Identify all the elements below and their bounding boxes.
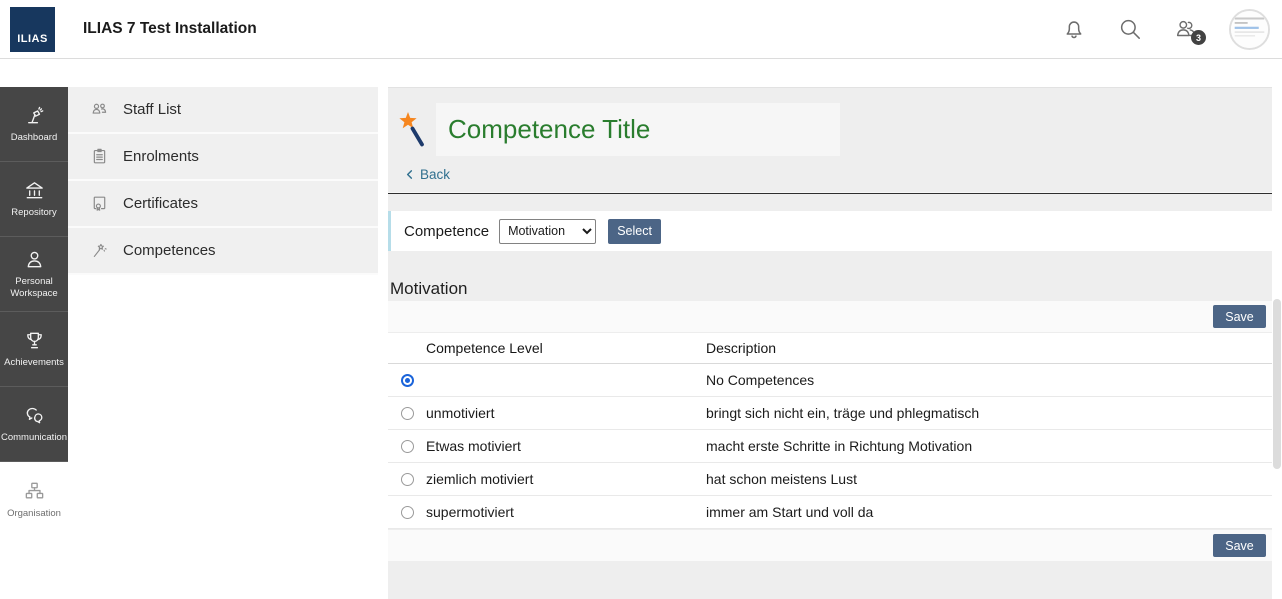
certificates-icon [90,194,109,213]
sidebar-item-label: Organisation [5,508,63,520]
table-row: No Competences [388,364,1272,397]
achievements-icon [23,329,46,352]
tool-sidebar: Staff List Enrolments Certificates [68,87,378,599]
sidebar-item-dashboard[interactable]: Dashboard [0,87,68,162]
competence-select-section: Competence Motivation Select [388,211,1272,251]
competence-select[interactable]: Motivation [499,219,596,244]
competence-label: Competence [404,223,489,240]
level-cell: unmotiviert [426,405,706,421]
dashboard-icon [23,104,46,127]
page-title: Competence Title [448,114,650,145]
top-bar: ILIAS ILIAS 7 Test Installation 3 [0,0,1282,59]
sidebar-item-label: Communication [0,432,69,444]
tool-item-label: Enrolments [123,148,199,165]
sidebar-item-achievements[interactable]: Achievements [0,312,68,387]
communication-icon [23,404,46,427]
tool-item-label: Certificates [123,195,198,212]
sidebar-item-repository[interactable]: Repository [0,162,68,237]
tool-item-staff-list[interactable]: Staff List [68,87,378,134]
table-row: Etwas motiviert macht erste Schritte in … [388,430,1272,463]
header-spacer [0,59,1282,87]
staff-list-icon [90,100,109,119]
save-button-top[interactable]: Save [1213,305,1266,328]
table-row: ziemlich motiviert hat schon meistens Lu… [388,463,1272,496]
tool-item-certificates[interactable]: Certificates [68,181,378,228]
competence-level-radio[interactable] [401,506,414,519]
notifications-bell-icon[interactable] [1061,16,1087,42]
sidebar-item-label: Dashboard [9,132,59,144]
competence-level-radio[interactable] [401,473,414,486]
table-row: unmotiviert bringt sich nicht ein, träge… [388,397,1272,430]
top-icon-group: 3 [1061,9,1272,50]
level-cell: supermotiviert [426,504,706,520]
level-cell: Etwas motiviert [426,438,706,454]
main-sidebar: Dashboard Repository Personal Workspace … [0,87,68,599]
description-cell: macht erste Schritte in Richtung Motivat… [706,438,1272,454]
personal-workspace-icon [23,248,46,271]
panel-gutter [378,87,388,599]
page-header: Competence Title Back [388,88,1272,194]
sidebar-item-communication[interactable]: Communication [0,387,68,462]
tool-item-label: Competences [123,242,216,259]
main-content: Competence Title Back Competence Motivat… [388,87,1272,599]
installation-title: ILIAS 7 Test Installation [83,20,257,38]
column-description: Description [706,340,1272,356]
user-menu-icon[interactable]: 3 [1173,16,1199,42]
description-cell: No Competences [706,372,1272,388]
repository-icon [23,179,46,202]
sidebar-item-label: Repository [9,207,58,219]
ilias-logo[interactable]: ILIAS [10,7,55,52]
chevron-left-icon [404,169,415,180]
table-row: supermotiviert immer am Start und voll d… [388,496,1272,529]
competence-level-radio[interactable] [401,374,414,387]
sidebar-item-label: Achievements [2,357,66,369]
competence-wand-icon [396,110,430,154]
avatar[interactable] [1229,9,1270,50]
vertical-scrollbar[interactable] [1272,87,1282,599]
scrollbar-thumb[interactable] [1273,299,1281,469]
search-icon[interactable] [1117,16,1143,42]
description-cell: bringt sich nicht ein, träge und phlegma… [706,405,1272,421]
tool-item-competences[interactable]: Competences [68,228,378,275]
competence-levels-panel: Save Competence Level Description No Com… [388,301,1272,561]
table-header: Competence Level Description [388,333,1272,364]
tool-item-label: Staff List [123,101,181,118]
save-button-bottom[interactable]: Save [1213,534,1266,557]
back-link[interactable]: Back [388,156,1272,192]
competences-wand-icon [90,241,109,260]
tool-item-enrolments[interactable]: Enrolments [68,134,378,181]
sidebar-item-personal-workspace[interactable]: Personal Workspace [0,237,68,312]
back-label: Back [420,167,450,182]
enrolments-icon [90,147,109,166]
competence-level-radio[interactable] [401,440,414,453]
column-competence-level: Competence Level [426,340,706,356]
organisation-icon [23,480,46,503]
section-title: Motivation [390,279,1272,299]
competence-level-radio[interactable] [401,407,414,420]
title-band: Competence Title [436,103,840,156]
description-cell: hat schon meistens Lust [706,471,1272,487]
description-cell: immer am Start und voll da [706,504,1272,520]
user-count-badge: 3 [1191,30,1206,45]
select-button[interactable]: Select [608,219,661,244]
level-cell: ziemlich motiviert [426,471,706,487]
sidebar-item-label: Personal Workspace [0,276,68,300]
sidebar-item-organisation[interactable]: Organisation [0,462,68,537]
